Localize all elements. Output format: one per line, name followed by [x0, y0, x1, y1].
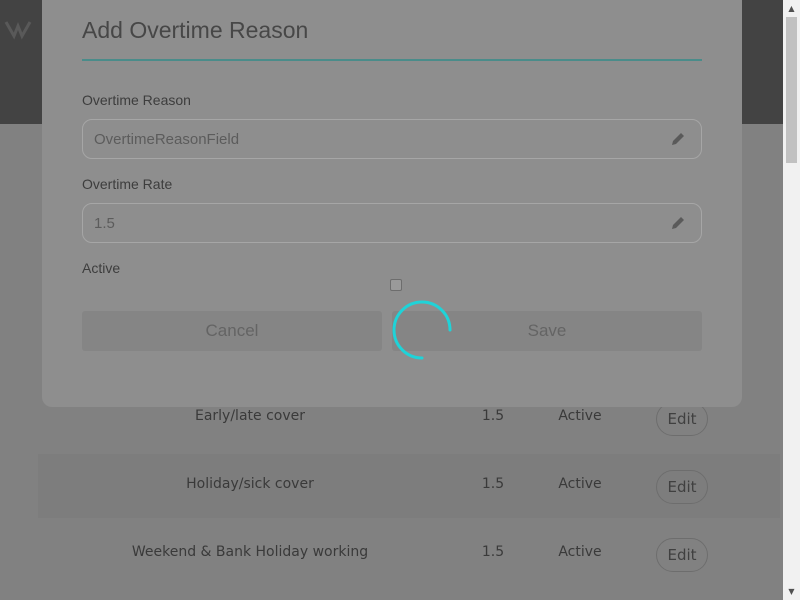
- overtime-reason-label: Overtime Reason: [82, 92, 191, 108]
- loading-spinner-icon: [392, 300, 452, 360]
- scroll-up-arrow-icon[interactable]: ▲: [783, 0, 800, 17]
- overtime-rate-input[interactable]: [82, 203, 702, 243]
- scroll-down-arrow-icon[interactable]: ▼: [783, 583, 800, 600]
- dialog-title: Add Overtime Reason: [82, 17, 309, 43]
- pencil-icon: [672, 217, 684, 229]
- title-divider: [82, 59, 702, 61]
- active-label: Active: [82, 260, 121, 276]
- pencil-icon: [672, 133, 684, 145]
- overtime-rate-label: Overtime Rate: [82, 176, 173, 192]
- overtime-reason-input[interactable]: [82, 119, 702, 159]
- active-checkbox[interactable]: [390, 279, 402, 291]
- scroll-thumb[interactable]: [786, 17, 797, 163]
- vertical-scrollbar[interactable]: ▲ ▼: [783, 0, 800, 600]
- cancel-button[interactable]: Cancel: [82, 311, 382, 351]
